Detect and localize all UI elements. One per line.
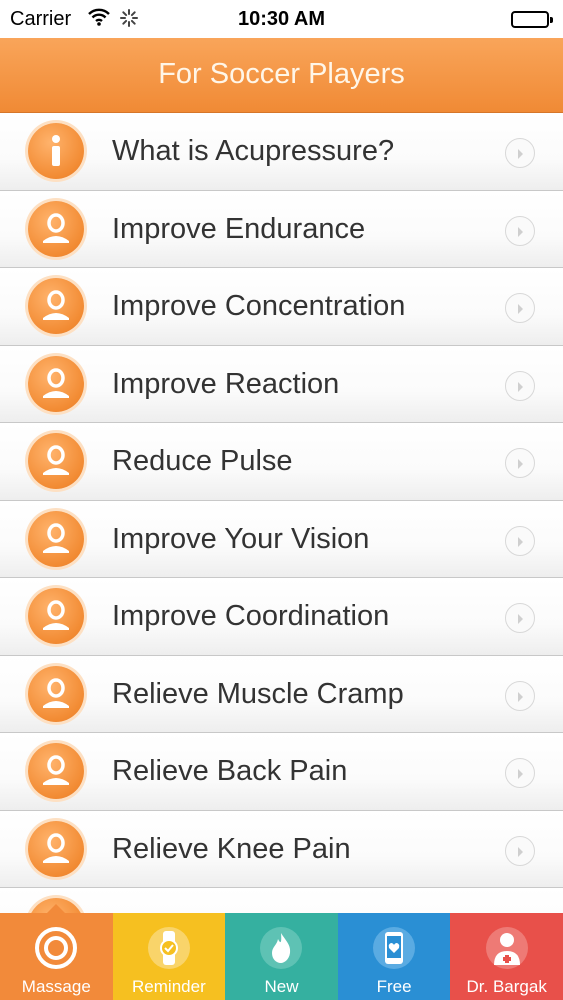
tab-dr-bargak[interactable]: Dr. Bargak — [450, 913, 563, 1000]
person-icon — [28, 820, 84, 877]
list-item[interactable]: Improve Endurance — [0, 190, 563, 268]
battery-icon — [511, 11, 553, 28]
tab-massage[interactable]: Massage — [0, 904, 113, 1000]
person-icon — [28, 200, 84, 257]
tab-label: Massage — [21, 977, 91, 996]
doctor-icon — [484, 925, 530, 971]
page-title: For Soccer Players — [158, 58, 405, 90]
person-icon — [28, 665, 84, 722]
chevron-right-icon — [505, 680, 535, 711]
chevron-right-icon — [505, 293, 535, 323]
flame-icon — [258, 925, 304, 971]
tab-bar: Massage Reminder New Free Dr. Bargak — [0, 904, 563, 1000]
tab-label: Reminder — [132, 977, 206, 996]
list-item[interactable] — [0, 888, 563, 913]
phone-heart-icon — [371, 925, 417, 971]
list-item-label: Improve Endurance — [112, 212, 366, 245]
chevron-right-icon — [505, 138, 535, 168]
list-item-label: Relieve Knee Pain — [112, 832, 351, 865]
list-item[interactable]: Improve Coordination — [0, 578, 563, 656]
person-icon — [28, 588, 84, 644]
list-item-label: Improve Coordination — [112, 600, 390, 632]
list-item-label: What is Acupressure? — [112, 135, 395, 167]
list-item[interactable]: Reduce Pulse — [0, 423, 563, 501]
tab-free[interactable]: Free — [337, 913, 451, 1000]
list-item[interactable]: Improve Your Vision — [0, 500, 563, 578]
tab-reminder[interactable]: Reminder — [112, 913, 226, 1000]
list-item-label: Improve Concentration — [112, 290, 406, 322]
chevron-right-icon — [505, 835, 535, 866]
chevron-right-icon — [505, 215, 535, 246]
person-icon — [28, 743, 84, 799]
topic-list[interactable]: What is Acupressure? Improve Endurance Imp… — [0, 113, 563, 913]
chevron-right-icon — [505, 448, 535, 478]
chevron-right-icon — [505, 758, 535, 788]
list-item-label: Improve Your Vision — [112, 522, 370, 555]
chevron-right-icon — [505, 525, 535, 556]
person-icon — [28, 278, 84, 334]
list-item-label: Relieve Back Pain — [112, 755, 348, 787]
clock: 10:30 AM — [237, 8, 326, 30]
list-item-label: Relieve Muscle Cramp — [112, 677, 404, 710]
person-icon — [28, 355, 84, 412]
person-icon — [28, 433, 84, 489]
person-icon — [28, 510, 84, 567]
list-item[interactable]: Relieve Knee Pain — [0, 810, 563, 888]
watch-icon — [146, 925, 192, 971]
info-icon — [28, 123, 84, 179]
tab-new[interactable]: New — [225, 913, 338, 1000]
list-item[interactable]: What is Acupressure? — [0, 113, 563, 191]
chevron-right-icon — [505, 603, 535, 633]
list-item[interactable]: Improve Reaction — [0, 345, 563, 423]
list-item-label: Reduce Pulse — [112, 445, 293, 477]
tab-label: Free — [376, 977, 412, 996]
tab-label: New — [264, 977, 299, 996]
list-item[interactable]: Relieve Muscle Cramp — [0, 655, 563, 733]
chevron-right-icon — [505, 370, 535, 401]
navigation-bar: For Soccer Players — [0, 38, 563, 113]
selected-tab-indicator — [47, 904, 66, 913]
target-icon — [33, 925, 79, 971]
list-item[interactable]: Relieve Back Pain — [0, 733, 563, 811]
status-bar: Carrier 10:30 AM — [0, 0, 563, 38]
tab-label: Dr. Bargak — [466, 977, 547, 996]
list-item[interactable]: Improve Concentration — [0, 268, 563, 346]
list-item-label: Improve Reaction — [112, 367, 340, 400]
